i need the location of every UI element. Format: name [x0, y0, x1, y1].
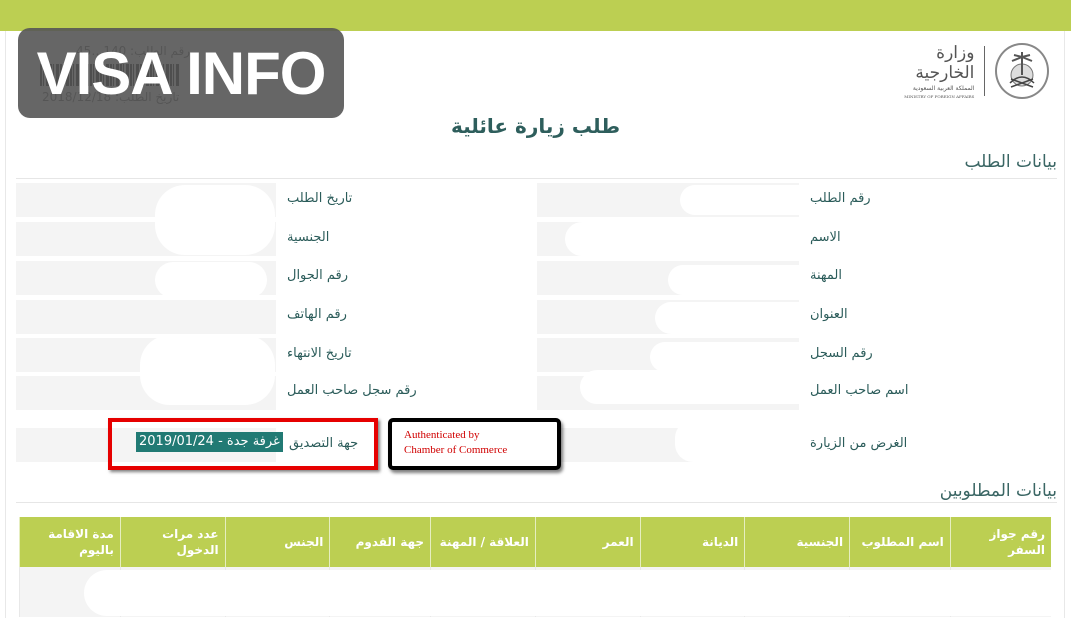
top-bar [0, 0, 1071, 31]
table-header-row: رقم جواز السفر اسم المطلوب الجنسية الديا… [19, 517, 1051, 567]
redaction-mark [680, 185, 800, 215]
field-label-name: الاسم [810, 230, 841, 245]
redaction-mark [565, 222, 800, 256]
redaction-mark [655, 302, 800, 334]
redaction-mark [84, 570, 1064, 616]
field-label-visit-purpose: الغرض من الزيارة [810, 436, 908, 451]
annotation-highlight-box [108, 418, 378, 470]
field-label-profession: المهنة [810, 268, 842, 283]
field-label-registry-number: رقم السجل [810, 346, 873, 361]
page-title: طلب زيارة عائلية [450, 114, 621, 138]
logo-arabic-title: وزارة الخارجية [915, 43, 975, 83]
callout-line-1: Authenticated by [404, 429, 480, 441]
column-header-entries[interactable]: عدد مرات الدخول [119, 517, 226, 567]
ministry-logo: وزارة الخارجية المملكة العربية السعودية … [879, 40, 1049, 102]
field-label-nationality: الجنسية [287, 230, 330, 245]
column-header-age[interactable]: العمر [534, 517, 641, 567]
field-label-phone: رقم الهاتف [287, 307, 347, 322]
logo-english-subtitle: MINISTRY OF FOREIGN AFFAIRS [904, 94, 975, 99]
field-label-employer-name: اسم صاحب العمل [810, 383, 909, 398]
column-header-name[interactable]: اسم المطلوب [849, 517, 951, 567]
redaction-mark [650, 342, 800, 372]
section-divider [16, 502, 1057, 503]
redaction-mark [580, 370, 800, 404]
column-header-gender[interactable]: الجنس [224, 517, 330, 567]
redaction-mark [140, 335, 275, 405]
column-header-passport[interactable]: رقم جواز السفر [949, 517, 1051, 567]
column-header-stay-duration[interactable]: مدة الاقامة باليوم [19, 517, 121, 567]
request-section-title: بيانات الطلب [964, 152, 1057, 172]
field-label-expiry-date: تاريخ الانتهاء [287, 346, 352, 361]
redaction-mark [155, 262, 267, 298]
redaction-mark [675, 420, 800, 462]
visa-info-text: VISA INFO [36, 39, 327, 107]
callout-line-2: Chamber of Commerce [404, 444, 508, 456]
logo-arabic-subtitle: المملكة العربية السعودية [912, 85, 975, 92]
logo-divider [984, 46, 986, 96]
section-divider [16, 178, 1057, 179]
field-label-address: العنوان [810, 307, 848, 322]
column-header-relation[interactable]: العلاقة / المهنة [430, 517, 536, 567]
redaction-mark [155, 185, 275, 255]
field-label-request-number: رقم الطلب [810, 191, 871, 206]
field-label-request-date: تاريخ الطلب [287, 191, 353, 206]
field-label-employer-registry: رقم سجل صاحب العمل [287, 383, 417, 398]
redaction-mark [668, 265, 800, 295]
saudi-emblem-icon [995, 43, 1049, 99]
field-value-phone [16, 300, 276, 334]
annotation-callout: Authenticated by Chamber of Commerce [388, 418, 561, 470]
column-header-religion[interactable]: الديانة [639, 517, 745, 567]
column-header-nationality[interactable]: الجنسية [744, 517, 850, 567]
field-label-mobile: رقم الجوال [287, 268, 349, 283]
visa-info-badge: VISA INFO [18, 28, 344, 118]
persons-section-title: بيانات المطلوبين [939, 481, 1057, 501]
column-header-arrival-point[interactable]: جهة القدوم [329, 517, 431, 567]
